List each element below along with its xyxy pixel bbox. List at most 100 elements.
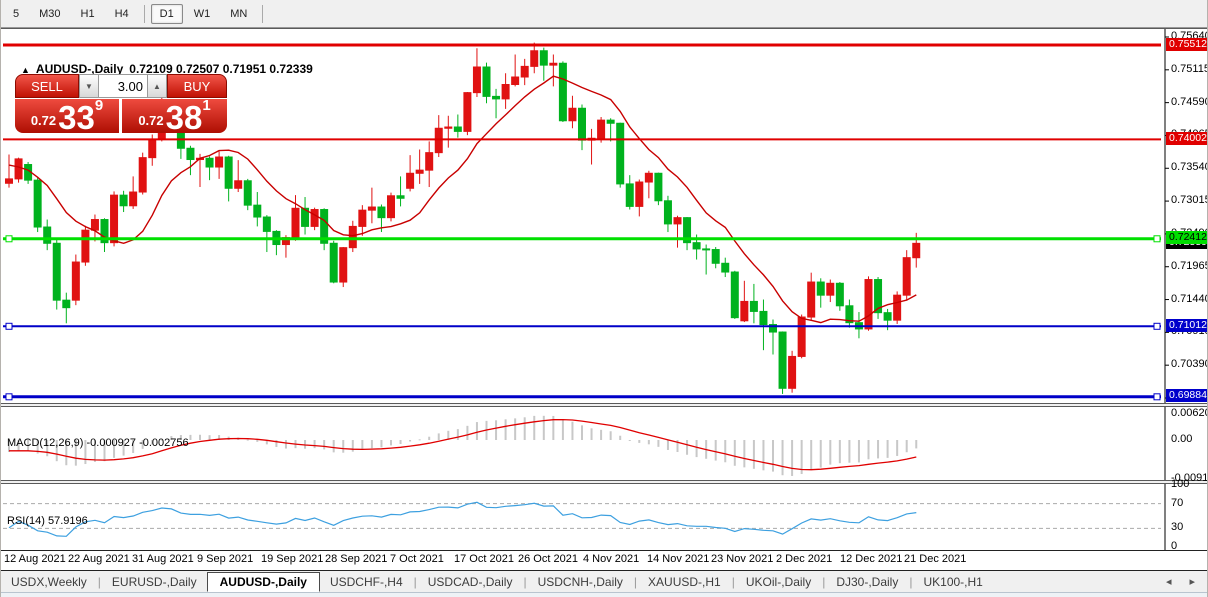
candle-body xyxy=(578,107,586,141)
chart-tab-usdchf-h4[interactable]: USDCHF-,H4 xyxy=(320,573,413,591)
macd-histogram-bar xyxy=(370,440,373,449)
chart-tab-usdcad-daily[interactable]: USDCAD-,Daily xyxy=(418,573,523,591)
price-axis-badge: 0.69884 xyxy=(1166,389,1207,403)
tab-separator: | xyxy=(731,574,735,589)
line-drag-handle[interactable] xyxy=(1153,322,1161,330)
sell-button[interactable]: SELL xyxy=(15,74,79,98)
macd-histogram-bar xyxy=(323,440,326,450)
macd-histogram-bar xyxy=(752,440,755,469)
macd-histogram-bar xyxy=(647,440,650,445)
candle-body xyxy=(816,281,825,296)
chart-tab-dj30-daily[interactable]: DJ30-,Daily xyxy=(826,573,908,591)
chart-tab-usdcnh-daily[interactable]: USDCNH-,Daily xyxy=(528,573,633,591)
macd-histogram-bar xyxy=(772,440,774,472)
volume-input[interactable] xyxy=(99,74,147,98)
date-axis-label: 26 Oct 2021 xyxy=(518,553,578,565)
macd-histogram-bar xyxy=(590,428,593,440)
volume-increase-button[interactable]: ▲ xyxy=(147,74,167,98)
candle-body xyxy=(52,242,61,301)
candle-body xyxy=(711,249,720,264)
window-bottom-edge xyxy=(1,592,1207,597)
macd-histogram-bar xyxy=(409,440,412,442)
buy-price-display[interactable]: 0.72 38 1 xyxy=(122,97,227,134)
timeframe-button-h1[interactable]: H1 xyxy=(72,4,104,24)
price-tick-label: 0.74590 xyxy=(1171,95,1208,108)
candle-body xyxy=(597,119,606,139)
macd-histogram-bar xyxy=(657,440,660,447)
toolbar-separator xyxy=(143,4,145,23)
candle-body xyxy=(215,156,224,168)
toolbar-separator xyxy=(262,4,264,23)
price-tick-label: 0.71965 xyxy=(1171,259,1208,272)
macd-histogram-bar xyxy=(542,415,545,440)
macd-histogram-bar xyxy=(523,417,526,440)
macd-histogram-bar xyxy=(533,415,536,440)
timeframe-button-w1[interactable]: W1 xyxy=(185,4,220,24)
chart-tab-usdx-weekly[interactable]: USDX,Weekly xyxy=(1,573,97,591)
candle-body xyxy=(482,66,491,97)
macd-panel-splitter[interactable] xyxy=(1,403,1207,407)
rsi-line xyxy=(8,501,917,537)
macd-histogram-bar xyxy=(714,440,717,461)
tab-scroll-right-icon[interactable]: ▸ xyxy=(1189,575,1195,588)
macd-histogram-bar xyxy=(600,429,603,440)
candle-body xyxy=(138,157,147,193)
macd-histogram-bar xyxy=(628,440,631,441)
timeframe-toolbar: 5 M30 H1 H4 D1 W1 MN xyxy=(1,0,1207,28)
price-axis-badge: 0.74002 xyxy=(1166,131,1207,145)
tab-scroll-left-icon[interactable]: ◂ xyxy=(1166,575,1172,588)
candle-body xyxy=(291,207,300,239)
line-drag-handle[interactable] xyxy=(1153,393,1161,401)
macd-histogram-bar xyxy=(199,434,201,440)
date-axis-label: 4 Nov 2021 xyxy=(583,553,640,565)
date-axis-label: 23 Nov 2021 xyxy=(711,553,774,565)
buy-button[interactable]: BUY xyxy=(167,74,227,98)
timeframe-button-5[interactable]: 5 xyxy=(4,4,28,24)
chart-tab-ukoil-daily[interactable]: UKOil-,Daily xyxy=(736,573,821,591)
candle-body xyxy=(253,204,262,218)
line-drag-handle[interactable] xyxy=(5,322,13,330)
candle-body xyxy=(377,206,386,219)
date-axis-label: 12 Dec 2021 xyxy=(840,553,903,565)
line-drag-handle[interactable] xyxy=(1153,235,1161,243)
macd-histogram-bar xyxy=(896,440,899,456)
chart-tab-uk100-h1[interactable]: UK100-,H1 xyxy=(913,573,992,591)
candle-body xyxy=(663,200,672,225)
timeframe-button-h4[interactable]: H4 xyxy=(106,4,138,24)
chart-area: ▲ AUDUSD-,Daily 0.72109 0.72507 0.71951 0.… xyxy=(1,28,1207,570)
candle-body xyxy=(912,242,921,259)
chart-tab-eurusd-daily[interactable]: EURUSD-,Daily xyxy=(102,573,207,591)
timeframe-button-d1[interactable]: D1 xyxy=(150,3,183,24)
line-drag-handle[interactable] xyxy=(5,393,13,401)
candle-body xyxy=(119,194,128,207)
candle-body xyxy=(71,261,80,301)
macd-histogram-bar xyxy=(380,440,383,448)
rsi-axis-label: 30 xyxy=(1171,521,1184,534)
macd-histogram-bar xyxy=(189,434,192,440)
macd-histogram-bar xyxy=(819,440,822,468)
line-drag-handle[interactable] xyxy=(5,235,13,243)
macd-histogram-bar xyxy=(399,440,402,444)
candle-body xyxy=(568,107,577,122)
buy-price-prefix: 0.72 xyxy=(138,113,164,128)
macd-histogram-bar xyxy=(638,440,641,443)
volume-decrease-button[interactable]: ▼ xyxy=(79,74,99,98)
sell-price-display[interactable]: 0.72 33 9 xyxy=(15,97,119,134)
macd-label: MACD(12,26,9) -0.000927 -0.002756 xyxy=(7,437,189,449)
timeframe-button-mn[interactable]: MN xyxy=(221,4,256,24)
candle-body xyxy=(224,156,233,189)
macd-histogram-bar xyxy=(284,440,287,449)
candle-body xyxy=(635,181,644,207)
chart-tab-audusd-daily[interactable]: AUDUSD-,Daily xyxy=(206,571,320,592)
macd-histogram-bar xyxy=(390,440,392,446)
candle-body xyxy=(702,248,711,251)
candle-body xyxy=(778,331,787,389)
rsi-panel-splitter[interactable] xyxy=(1,480,1207,484)
date-axis-divider xyxy=(1,550,1207,551)
chart-tab-xauusd-h1[interactable]: XAUUSD-,H1 xyxy=(638,573,731,591)
candle-body xyxy=(549,62,558,66)
candle-body xyxy=(43,226,52,244)
rsi-axis-label: 100 xyxy=(1171,478,1190,490)
candle-body xyxy=(788,355,797,389)
timeframe-button-m30[interactable]: M30 xyxy=(30,4,69,24)
